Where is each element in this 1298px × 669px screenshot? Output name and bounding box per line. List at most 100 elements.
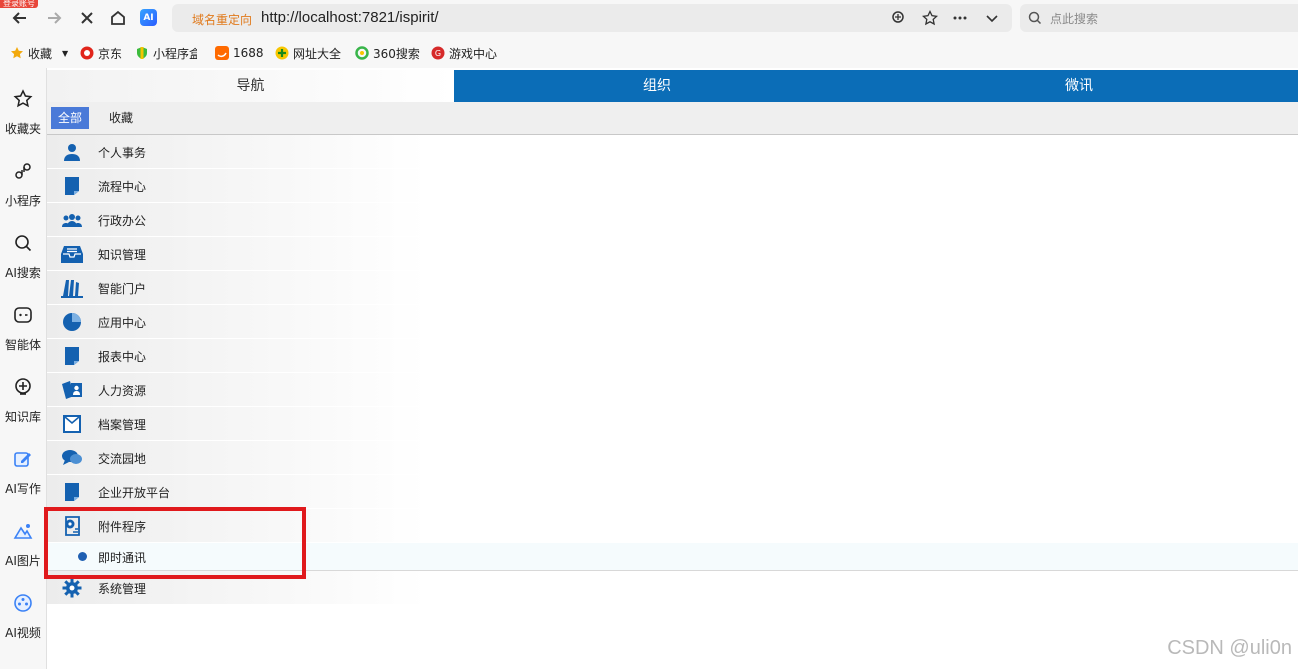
close-icon xyxy=(81,12,93,24)
bookmark-star-button[interactable] xyxy=(920,8,940,28)
menu-item-archives[interactable]: 档案管理 xyxy=(47,407,427,441)
sidebar-item-mini-program[interactable]: 小程序 xyxy=(0,140,46,208)
bookmark-label: 京东 xyxy=(98,46,123,61)
menu-item-open-platform[interactable]: 企业开放平台 xyxy=(47,475,427,509)
bookmark-item[interactable]: 网址大全 xyxy=(275,44,341,62)
menu-item-personal[interactable]: 个人事务 xyxy=(47,135,427,169)
submenu-item-instant-messaging[interactable]: 即时通讯 xyxy=(47,543,1298,571)
menu-item-system-admin[interactable]: 系统管理 xyxy=(47,571,427,605)
redirect-label: 域名重定向 xyxy=(192,13,253,27)
tab-organization[interactable]: 组织 xyxy=(454,70,860,102)
sidebar-item-knowledge[interactable]: 知识库 xyxy=(0,356,46,424)
watermark: CSDN @uli0n xyxy=(1167,637,1292,659)
filter-favorites-button[interactable]: 收藏 xyxy=(102,107,140,129)
menu-item-label: 流程中心 xyxy=(98,180,147,194)
caret-down-icon: ▼ xyxy=(62,48,69,58)
stop-button[interactable] xyxy=(75,6,99,30)
sidebar-item-label: AI视频 xyxy=(5,626,41,640)
filter-all-button[interactable]: 全部 xyxy=(51,107,90,129)
group-icon xyxy=(61,210,83,230)
sidebar-item-ai-write[interactable]: AI写作 xyxy=(0,428,46,496)
bookmark-item[interactable]: 京东 xyxy=(80,44,122,62)
tab-navigation[interactable]: 导航 xyxy=(47,70,454,102)
submenu-item-label: 即时通讯 xyxy=(98,551,147,565)
back-button[interactable] xyxy=(8,6,32,30)
menu-item-workflow[interactable]: 流程中心 xyxy=(47,169,427,203)
dropdown-button[interactable] xyxy=(982,8,1002,28)
search-input[interactable] xyxy=(1048,8,1292,30)
menu-item-label: 交流园地 xyxy=(98,452,147,466)
menu-item-knowledge[interactable]: 知识管理 xyxy=(47,237,427,271)
sidebar-item-agent[interactable]: 智能体 xyxy=(0,284,46,352)
sidebar-item-label: AI图片 xyxy=(5,554,41,568)
document-icon xyxy=(61,176,83,196)
chevron-down-icon xyxy=(986,15,998,23)
jd-icon xyxy=(80,46,94,60)
favorites-menu[interactable]: 收藏 ▼ xyxy=(10,44,68,62)
nav-site-icon xyxy=(275,46,289,60)
menu-item-label: 应用中心 xyxy=(98,316,147,330)
bookmark-label: 游戏中心 xyxy=(449,46,498,61)
mini-program-icon xyxy=(13,161,33,181)
menu-item-attachments[interactable]: 附件程序 xyxy=(47,509,427,543)
person-icon xyxy=(61,142,83,162)
menu-item-reports[interactable]: 报表中心 xyxy=(47,339,427,373)
bookmark-item[interactable]: G 游戏中心 xyxy=(431,44,497,62)
write-icon xyxy=(13,449,33,469)
menu-item-forum[interactable]: 交流园地 xyxy=(47,441,427,475)
sidebar-item-favorites[interactable]: 收藏夹 xyxy=(0,68,46,136)
menu-item-label: 智能门户 xyxy=(98,282,147,296)
shield-icon xyxy=(135,46,149,60)
sidebar-item-label: 知识库 xyxy=(4,410,41,424)
agent-icon xyxy=(13,305,33,325)
menu-item-admin-office[interactable]: 行政办公 xyxy=(47,203,427,237)
sidebar-item-label: 小程序 xyxy=(4,194,41,208)
menu-item-label: 报表中心 xyxy=(98,350,147,364)
video-icon xyxy=(13,593,33,613)
forward-button[interactable] xyxy=(42,6,66,30)
star-icon xyxy=(922,10,938,26)
bookmark-label: 1688 xyxy=(233,46,264,60)
menu-item-app-center[interactable]: 应用中心 xyxy=(47,305,427,339)
bookmark-item[interactable]: 360搜索 xyxy=(355,44,420,62)
main-tabbar: 导航 组织 微讯 xyxy=(47,70,1298,102)
menu-item-label: 个人事务 xyxy=(98,146,147,160)
bookmark-label: 360搜索 xyxy=(373,46,420,61)
more-button[interactable] xyxy=(950,8,970,28)
pie-chart-icon xyxy=(61,312,83,332)
inbox-icon xyxy=(61,244,83,264)
back-arrow-icon xyxy=(12,12,26,24)
filter-bar: 全部 收藏 xyxy=(47,102,1298,135)
search-icon xyxy=(13,233,33,253)
menu-item-label: 档案管理 xyxy=(98,418,147,432)
home-button[interactable] xyxy=(106,6,130,30)
url-text[interactable]: http://localhost:7821/ispirit/ xyxy=(261,9,439,26)
star-icon xyxy=(13,89,33,109)
image-icon xyxy=(13,521,33,541)
sidebar-item-label: AI写作 xyxy=(5,482,41,496)
report-icon xyxy=(61,346,83,366)
bookmark-item[interactable]: 小程序盒 xyxy=(135,44,197,62)
bookmarks-bar: 收藏 ▼ 京东 小程序盒 1688 网址大全 360搜索 G 游戏中心 xyxy=(0,36,1298,68)
login-badge[interactable]: 登录账号 xyxy=(0,0,38,8)
gear-document-icon xyxy=(61,516,83,536)
gear-icon xyxy=(61,578,83,598)
sidebar-item-ai-search[interactable]: AI搜索 xyxy=(0,212,46,280)
bookmark-label: 小程序盒 xyxy=(153,46,197,61)
menu-item-hr[interactable]: 人力资源 xyxy=(47,373,427,407)
bookmark-item[interactable]: 1688 xyxy=(215,44,264,62)
game-center-icon: G xyxy=(431,46,445,60)
bookmark-label: 网址大全 xyxy=(293,46,342,61)
alibaba-icon xyxy=(215,46,229,60)
menu-item-portal[interactable]: 智能门户 xyxy=(47,271,427,305)
tab-messages[interactable]: 微讯 xyxy=(860,70,1298,102)
menu-item-label: 系统管理 xyxy=(98,582,147,596)
search-box xyxy=(1020,4,1298,32)
sidebar-item-ai-video[interactable]: AI视频 xyxy=(0,572,46,640)
location-pin-button[interactable] xyxy=(888,8,908,28)
browser-sidebar: 收藏夹 小程序 AI搜索 智能体 知识库 AI写作 AI图片 AI视频 xyxy=(0,68,47,669)
sidebar-item-ai-image[interactable]: AI图片 xyxy=(0,500,46,568)
address-bar[interactable]: 域名重定向 http://localhost:7821/ispirit/ xyxy=(172,4,1012,32)
sidebar-item-label: AI搜索 xyxy=(5,266,41,280)
ai-assistant-button[interactable]: AI xyxy=(140,9,157,26)
